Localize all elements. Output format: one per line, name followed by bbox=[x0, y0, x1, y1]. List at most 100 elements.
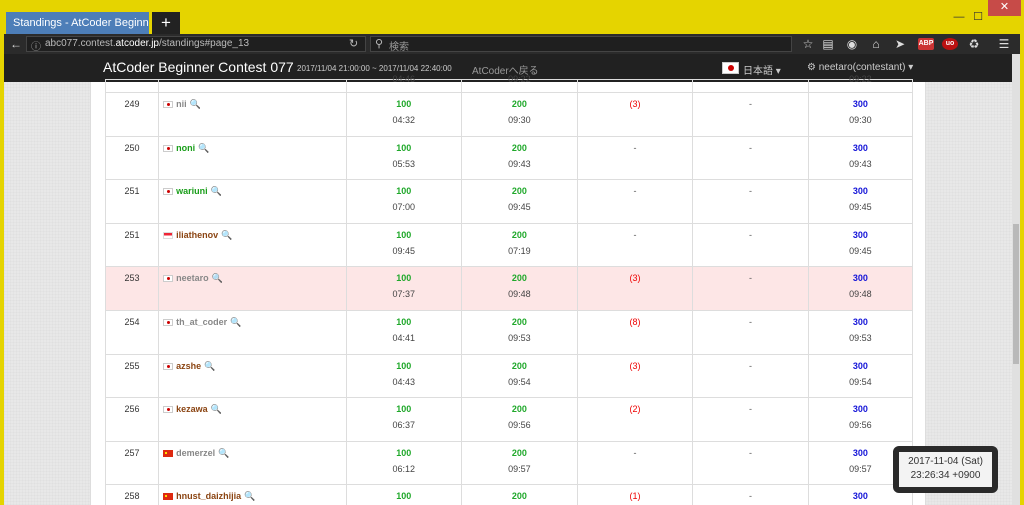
task-cell: - bbox=[692, 309, 809, 355]
task-cell: - bbox=[576, 179, 694, 224]
task-cell: (3) bbox=[576, 92, 694, 137]
submit-time: 09:45 bbox=[392, 245, 416, 256]
send-icon[interactable]: ➤ bbox=[892, 37, 908, 51]
reload-icon[interactable]: ↻ bbox=[349, 37, 358, 50]
score-value: - bbox=[749, 491, 753, 502]
search-icon: ⚲ bbox=[375, 38, 384, 50]
task-cell: 300 09:56 bbox=[807, 397, 914, 442]
score-value: 200 bbox=[511, 491, 527, 502]
language-dropdown[interactable]: 日本語 ▾ bbox=[743, 62, 781, 77]
table-row: 257 demerzel 🔍 100 06:12 200 09:57- -300 09:57 bbox=[104, 440, 914, 486]
username-link[interactable]: nii bbox=[176, 99, 187, 109]
user-search-icon[interactable]: 🔍 bbox=[230, 317, 241, 327]
score-value: 200 bbox=[511, 142, 527, 153]
search-bar[interactable]: ⚲ 検索 bbox=[370, 36, 792, 53]
score-value: 300 bbox=[852, 229, 868, 240]
standings-table: 04:46 09:22 09:22 249 nii 🔍 100 04:32 200 09:3… bbox=[104, 74, 914, 505]
submit-time: 09:53 bbox=[849, 332, 872, 343]
username-link[interactable]: kezawa bbox=[176, 404, 208, 414]
score-value: 200 bbox=[511, 229, 527, 240]
score-value: 200 bbox=[511, 273, 527, 284]
user-search-icon[interactable]: 🔍 bbox=[204, 361, 215, 371]
page-scrollbar[interactable] bbox=[1012, 54, 1020, 505]
submit-time: 09:56 bbox=[508, 420, 531, 431]
submit-time: 09:53 bbox=[508, 332, 531, 343]
username-link[interactable]: wariuni bbox=[176, 186, 208, 196]
user-search-icon[interactable]: 🔍 bbox=[211, 186, 222, 196]
user-search-icon[interactable]: 🔍 bbox=[198, 143, 209, 153]
menu-icon[interactable]: ☰ bbox=[996, 37, 1012, 51]
score-value: (2) bbox=[629, 404, 641, 415]
info-icon[interactable]: ⓘ bbox=[31, 38, 41, 53]
window-maximize-button[interactable]: ☐ bbox=[968, 10, 988, 26]
country-flag-icon bbox=[163, 144, 174, 152]
address-bar[interactable]: ⓘ abc077.contest.atcoder.jp/standings#pa… bbox=[26, 36, 366, 53]
submit-time: 09:48 bbox=[849, 289, 872, 300]
task-cell: 200 09:30 bbox=[461, 92, 578, 137]
score-value: 200 bbox=[511, 404, 527, 415]
user-search-icon[interactable]: 🔍 bbox=[211, 404, 222, 414]
task-cell: - bbox=[692, 440, 809, 486]
submit-time: 05:53 bbox=[392, 158, 416, 169]
home-icon[interactable]: ⌂ bbox=[868, 37, 884, 51]
username-link[interactable]: iliathenov bbox=[176, 230, 218, 240]
task-cell: 300 09:45 bbox=[807, 222, 914, 268]
rank-cell: 253 bbox=[104, 266, 160, 311]
reading-list-icon[interactable]: ▤ bbox=[820, 37, 836, 51]
bookmark-star-icon[interactable]: ☆ bbox=[800, 37, 816, 51]
score-value: 300 bbox=[852, 142, 868, 153]
table-row: 256 kezawa 🔍 100 06:37 200 09:56 (2) -300 09:56 bbox=[104, 397, 914, 442]
task-cell: 200 09:43 bbox=[461, 135, 578, 181]
task-cell: (3) bbox=[576, 353, 694, 399]
user-search-icon[interactable]: 🔍 bbox=[190, 99, 201, 109]
extension-icon[interactable]: ♻ bbox=[966, 37, 982, 51]
back-arrow-icon[interactable]: ← bbox=[10, 37, 24, 51]
rank-cell: 254 bbox=[104, 309, 160, 355]
username-link[interactable]: th_at_coder bbox=[176, 317, 227, 327]
username-link[interactable]: demerzel bbox=[176, 448, 215, 458]
username-link[interactable]: noni bbox=[176, 143, 195, 153]
task-cell: 100 09:45 bbox=[345, 222, 463, 268]
username-link[interactable]: hnust_daizhijia bbox=[176, 491, 241, 501]
submit-time: 04:46 bbox=[392, 74, 416, 84]
user-search-icon[interactable]: 🔍 bbox=[212, 273, 223, 283]
score-value: - bbox=[749, 404, 753, 415]
tab-standings[interactable]: Standings - AtCoder Beginner bbox=[6, 12, 149, 34]
submit-time: 04:32 bbox=[392, 115, 416, 125]
score-value: 300 bbox=[852, 404, 868, 415]
user-search-icon[interactable]: 🔍 bbox=[221, 230, 232, 240]
japan-flag-icon[interactable] bbox=[722, 62, 739, 74]
submit-time: 09:43 bbox=[849, 158, 872, 169]
task-cell: (8) bbox=[576, 309, 694, 355]
table-row: 253 neetaro 🔍 100 07:37 200 09:48 (3) -300 09:48 bbox=[104, 266, 914, 311]
score-value: 100 bbox=[396, 273, 412, 284]
ublock-icon[interactable]: uo bbox=[942, 38, 958, 50]
tab-strip: Standings - AtCoder Beginner + — ☐ ✕ bbox=[4, 0, 1021, 34]
task-cell: 09:22 bbox=[461, 74, 578, 93]
adblock-icon[interactable]: ABP bbox=[918, 38, 934, 50]
user-menu-dropdown[interactable]: ⚙ neetaro(contestant) ▾ bbox=[807, 62, 913, 73]
task-cell bbox=[692, 79, 809, 93]
score-value: 200 bbox=[511, 99, 527, 109]
country-flag-icon bbox=[163, 318, 174, 326]
browser-window: Standings - AtCoder Beginner + — ☐ ✕ ← ⓘ… bbox=[0, 0, 1024, 505]
user-search-icon[interactable]: 🔍 bbox=[218, 448, 229, 458]
task-cell: 300 09:43 bbox=[807, 135, 914, 181]
submit-time: 06:12 bbox=[392, 463, 416, 474]
window-close-button[interactable]: ✕ bbox=[988, 0, 1021, 16]
task-cell: 300 09:54 bbox=[807, 353, 914, 399]
user-cell: kezawa 🔍 bbox=[158, 397, 347, 442]
score-value: - bbox=[749, 273, 753, 284]
user-search-icon[interactable]: 🔍 bbox=[244, 491, 255, 501]
score-value: 300 bbox=[852, 273, 868, 284]
new-tab-button[interactable]: + bbox=[152, 12, 180, 34]
task-cell: - bbox=[576, 440, 694, 486]
task-cell: - bbox=[692, 397, 809, 442]
username-link[interactable]: neetaro bbox=[176, 273, 209, 283]
pocket-icon[interactable]: ◉ bbox=[844, 37, 860, 51]
username-link[interactable]: azshe bbox=[176, 361, 201, 371]
scrollbar-thumb[interactable] bbox=[1013, 224, 1019, 364]
contest-title[interactable]: AtCoder Beginner Contest 077 bbox=[103, 59, 294, 75]
score-value: (3) bbox=[629, 273, 641, 284]
task-cell: 200 09:45 bbox=[461, 179, 578, 224]
